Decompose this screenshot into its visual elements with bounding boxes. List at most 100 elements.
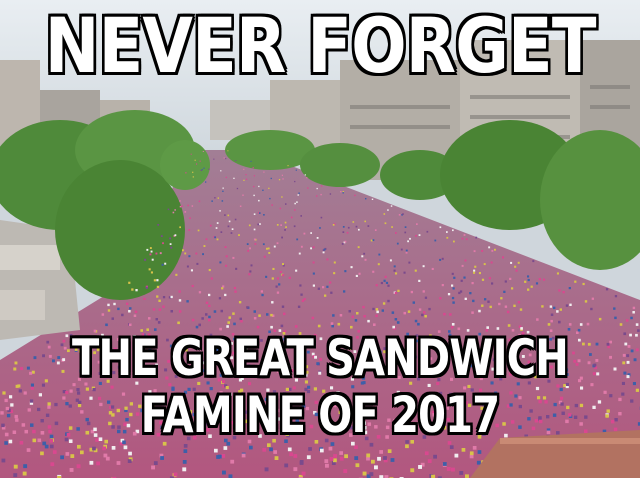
crowd-person <box>48 429 52 434</box>
crowd-person <box>253 317 257 320</box>
crowd-person <box>422 265 425 268</box>
crowd-person <box>111 446 116 450</box>
crowd-person <box>323 248 326 251</box>
crowd-person <box>446 467 451 471</box>
crowd-person <box>377 456 381 461</box>
crowd-person <box>578 379 582 383</box>
crowd-person <box>131 288 134 291</box>
crowd-person <box>107 303 110 307</box>
crowd-person <box>29 371 33 375</box>
crowd-person <box>279 207 282 210</box>
crowd-person <box>397 289 400 292</box>
crowd-person <box>185 172 187 174</box>
crowd-person <box>383 456 387 460</box>
crowd-person <box>40 451 44 456</box>
crowd-person <box>328 446 333 451</box>
crowd-person <box>597 400 602 404</box>
crowd-person <box>527 288 530 291</box>
crowd-person <box>517 261 520 264</box>
crowd-person <box>408 261 411 264</box>
crowd-person <box>266 313 269 316</box>
crowd-person <box>294 209 296 211</box>
crowd-person <box>589 353 592 356</box>
crowd-person <box>579 403 584 408</box>
crowd-person <box>626 360 630 364</box>
crowd-person <box>481 278 485 281</box>
crowd-person <box>428 307 431 311</box>
crowd-person <box>273 245 276 248</box>
crowd-person <box>191 205 194 207</box>
crowd-person <box>150 271 153 274</box>
crowd-person <box>565 304 569 307</box>
crowd-person <box>584 429 588 433</box>
crowd-person <box>227 225 230 228</box>
crowd-person <box>205 238 208 241</box>
crowd-person <box>209 224 212 227</box>
crowd-person <box>332 314 335 317</box>
crowd-person <box>248 224 251 227</box>
crowd-person <box>447 293 451 296</box>
crowd-person <box>198 291 202 294</box>
crowd-person <box>37 438 42 443</box>
crowd-person <box>253 185 255 188</box>
crowd-person <box>439 297 442 300</box>
crowd-person <box>577 359 581 363</box>
crowd-person <box>192 176 194 178</box>
crowd-person <box>20 367 24 371</box>
crowd-person <box>412 301 415 304</box>
crowd-person <box>227 150 229 152</box>
crowd-person <box>351 315 354 319</box>
crowd-person <box>538 278 541 281</box>
crowd-person <box>156 295 159 298</box>
crowd-person <box>391 311 395 314</box>
crowd-person <box>219 261 222 264</box>
crowd-person <box>65 452 70 456</box>
crowd-person <box>300 215 302 217</box>
crowd-person <box>507 324 511 327</box>
crowd-person <box>605 414 609 418</box>
crowd-person <box>148 268 151 271</box>
crowd-person <box>227 321 230 324</box>
crowd-person <box>396 242 399 245</box>
crowd-person <box>350 266 353 269</box>
crowd-person <box>342 226 345 228</box>
crowd-person <box>195 325 199 329</box>
crowd-person <box>245 178 248 180</box>
crowd-person <box>259 212 261 214</box>
crowd-person <box>301 299 305 302</box>
crowd-person <box>330 291 333 294</box>
crowd-person <box>310 247 312 250</box>
crowd-person <box>284 463 289 468</box>
crowd-person <box>355 274 358 277</box>
crowd-person <box>330 322 334 325</box>
crowd-person <box>40 419 44 423</box>
crowd-person <box>221 454 226 458</box>
crowd-person <box>449 313 452 316</box>
crowd-person <box>107 309 111 312</box>
crowd-person <box>275 285 278 288</box>
crowd-person <box>23 391 27 395</box>
crowd-person <box>461 264 464 267</box>
crowd-person <box>234 218 237 221</box>
crowd-person <box>232 312 235 315</box>
crowd-person <box>283 312 286 316</box>
crowd-person <box>478 272 481 275</box>
crowd-person <box>607 345 611 349</box>
crowd-person <box>295 269 298 272</box>
crowd-person <box>621 392 625 396</box>
crowd-person <box>30 383 34 387</box>
crowd-person <box>56 361 60 365</box>
crowd-person <box>30 386 34 390</box>
crowd-person <box>549 305 553 308</box>
crowd-person <box>298 252 301 255</box>
crowd-person <box>173 472 178 477</box>
crowd-person <box>461 237 464 240</box>
crowd-person <box>186 300 189 303</box>
crowd-person <box>257 223 260 226</box>
crowd-person <box>614 316 617 320</box>
crowd-person <box>562 291 565 294</box>
crowd-person <box>174 209 176 211</box>
crowd-person <box>329 457 334 461</box>
crowd-person <box>267 247 270 250</box>
crowd-person <box>288 276 291 279</box>
